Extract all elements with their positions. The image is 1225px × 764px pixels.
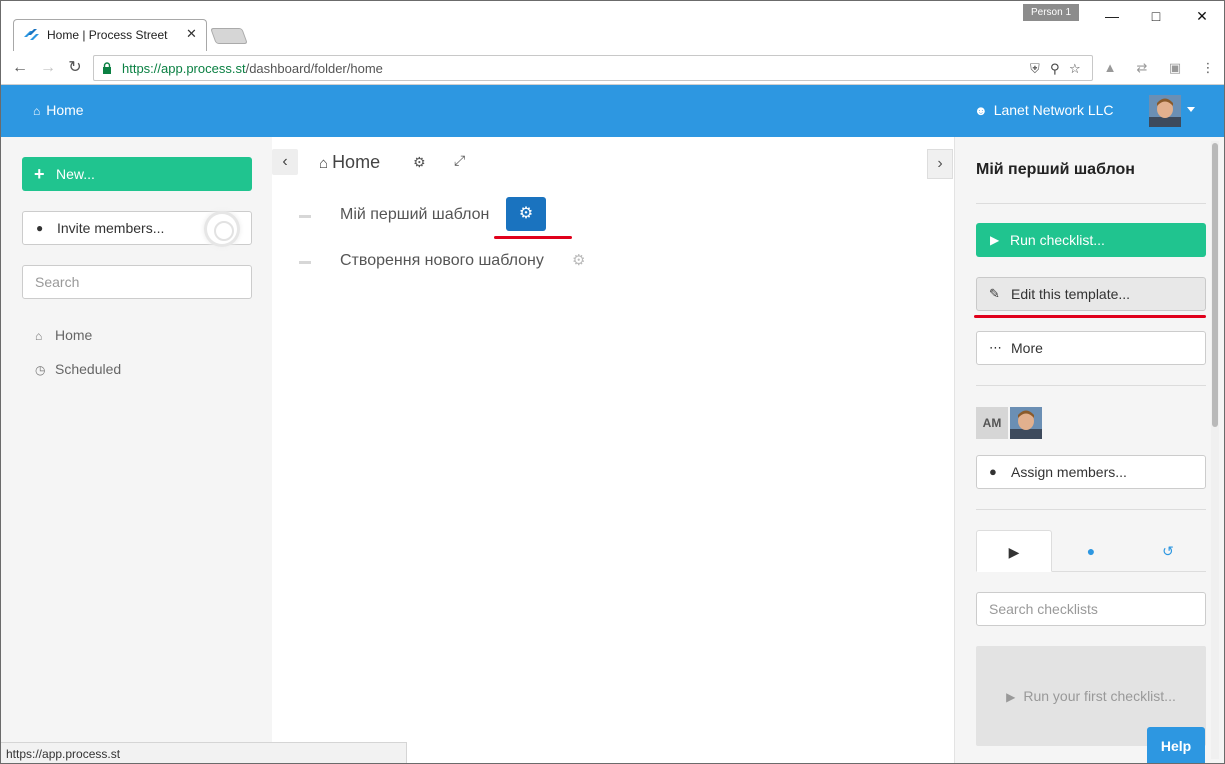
template-panel: Мій перший шаблон ▶ Run checklist... ✎ E… [954, 137, 1224, 763]
forward-icon[interactable]: → [37, 57, 59, 79]
template-settings-icon[interactable]: ⚙ [572, 251, 585, 269]
window-close-icon[interactable]: ✕ [1187, 5, 1217, 27]
more-button[interactable]: ⋯ More [976, 331, 1206, 365]
compress-icon[interactable]: ⤢ [454, 152, 465, 169]
address-bar[interactable]: https://app.process.st/dashboard/folder/… [93, 55, 1093, 81]
minimize-icon[interactable]: — [1097, 5, 1127, 27]
template-name[interactable]: Мій перший шаблон [340, 206, 489, 224]
scrollbar-thumb[interactable] [1212, 143, 1218, 427]
plus-icon: + [34, 164, 45, 184]
scrollbar[interactable] [1211, 141, 1219, 759]
chevron-down-icon[interactable] [1187, 107, 1195, 112]
comments-icon: ● [1086, 543, 1096, 559]
drag-handle[interactable] [299, 261, 311, 264]
home-icon: ⌂ [33, 104, 41, 118]
edit-template-label: Edit this template... [1011, 286, 1131, 302]
main-content: ‹ ⌂ Home ⚙ ⤢ Мій перший шаблон ⚙ Створенн… [272, 137, 954, 763]
tab-close-icon[interactable]: ✕ [186, 26, 197, 42]
shield-icon[interactable]: ⛨ [1030, 61, 1040, 77]
help-button[interactable]: Help [1147, 727, 1205, 763]
drag-handle[interactable] [299, 215, 311, 218]
org-switcher[interactable]: ☻ Lanet Network LLC [974, 102, 1114, 118]
search-checklists-input[interactable]: Search checklists [976, 592, 1206, 626]
run-first-checklist-label: Run your first checklist... [1023, 688, 1176, 704]
left-sidebar: + New... ● Invite members... Search ⌂ Hom… [1, 137, 272, 763]
process-street-logo-icon [24, 29, 39, 40]
new-button[interactable]: + New... [22, 157, 252, 191]
member-avatar[interactable] [1010, 407, 1042, 439]
reload-icon[interactable]: ↻ [64, 57, 86, 79]
header-home-link[interactable]: ⌂ Home [33, 102, 84, 118]
divider [976, 509, 1206, 510]
user-avatar[interactable] [1149, 95, 1181, 127]
clock-icon: ◷ [35, 363, 46, 377]
tab-comments[interactable]: ● [1053, 530, 1129, 572]
maximize-icon[interactable]: □ [1141, 5, 1171, 27]
assign-members-label: Assign members... [1011, 464, 1127, 480]
extension-icon[interactable]: ▣ [1166, 60, 1184, 76]
edit-template-button[interactable]: ✎ Edit this template... [976, 277, 1206, 311]
lock-icon [103, 62, 111, 74]
drive-icon[interactable]: ▲ [1101, 60, 1119, 76]
template-settings-button[interactable]: ⚙ [506, 197, 546, 231]
tab-title: Home | Process Street [47, 28, 168, 42]
play-icon: ▶ [1008, 544, 1020, 560]
play-icon: ▶ [1006, 690, 1016, 704]
search-input[interactable]: Search [22, 265, 252, 299]
folder-settings-icon[interactable]: ⚙ [413, 154, 426, 171]
header-home-label: Home [46, 102, 84, 118]
run-checklist-label: Run checklist... [1010, 232, 1105, 248]
back-icon[interactable]: ← [9, 57, 31, 79]
users-icon: ☻ [974, 103, 988, 118]
menu-icon[interactable]: ⋮ [1199, 60, 1217, 76]
user-icon: ● [36, 221, 44, 235]
new-tab-button[interactable] [210, 28, 248, 44]
more-label: More [1011, 340, 1043, 356]
new-button-label: New... [56, 166, 95, 182]
status-bar: https://app.process.st [1, 742, 407, 763]
play-icon: ▶ [990, 233, 1000, 247]
breadcrumb-label[interactable]: Home [332, 152, 380, 172]
assign-members-button[interactable]: ● Assign members... [976, 455, 1206, 489]
browser-titlebar: Home | Process Street ✕ Person 1 — □ ✕ [1, 1, 1224, 51]
home-icon: ⌂ [35, 329, 43, 343]
sidebar-item-scheduled[interactable]: ◷ Scheduled [35, 361, 121, 377]
key-icon[interactable]: ⚲ [1050, 61, 1060, 77]
url-text: https://app.process.st/dashboard/folder/… [122, 61, 383, 76]
annotation-underline [974, 315, 1206, 318]
invite-members-label: Invite members... [57, 220, 165, 236]
history-icon: ↺ [1162, 543, 1174, 559]
sync-icon[interactable]: ⇄ [1133, 60, 1151, 76]
star-icon[interactable]: ☆ [1069, 61, 1081, 77]
divider [976, 203, 1206, 204]
sidebar-item-label: Scheduled [55, 361, 122, 377]
org-name: Lanet Network LLC [993, 102, 1114, 118]
pencil-icon: ✎ [989, 286, 1000, 301]
tab-history[interactable]: ↺ [1130, 530, 1206, 572]
template-name[interactable]: Створення нового шаблону [340, 252, 544, 270]
browser-window: Home | Process Street ✕ Person 1 — □ ✕ ←… [0, 0, 1225, 764]
panel-title: Мій перший шаблон [976, 161, 1135, 178]
collapse-sidebar-button[interactable]: ‹ [272, 149, 298, 175]
run-checklist-button[interactable]: ▶ Run checklist... [976, 223, 1206, 257]
click-indicator [207, 214, 237, 244]
sidebar-item-home[interactable]: ⌂ Home [35, 327, 92, 343]
annotation-underline [494, 236, 572, 239]
member-avatar[interactable]: AM [976, 407, 1008, 439]
profile-badge[interactable]: Person 1 [1023, 4, 1079, 21]
user-icon: ● [989, 464, 997, 479]
tab-checklists[interactable]: ▶ [976, 530, 1052, 572]
divider [976, 385, 1206, 386]
collapse-panel-button[interactable]: › [927, 149, 953, 179]
panel-tabs: ▶ ● ↺ [976, 530, 1206, 572]
sidebar-item-label: Home [55, 327, 93, 343]
ellipsis-icon: ⋯ [989, 340, 1002, 355]
browser-tab[interactable]: Home | Process Street ✕ [13, 19, 207, 51]
app-header: ⌂ Home ☻ Lanet Network LLC [1, 85, 1224, 137]
breadcrumb: ⌂ Home [319, 152, 380, 173]
browser-toolbar: ← → ↻ https://app.process.st/dashboard/f… [1, 51, 1224, 85]
home-icon: ⌂ [319, 155, 329, 172]
